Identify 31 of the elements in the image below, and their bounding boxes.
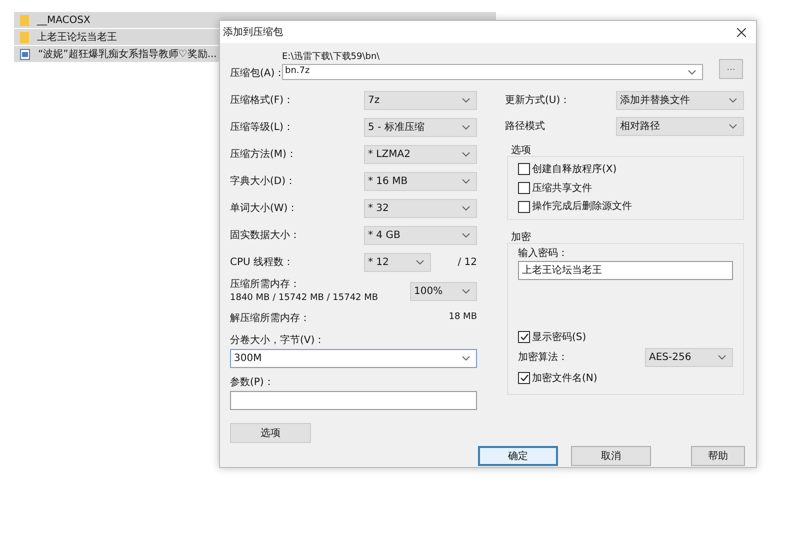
checkbox-label: 加密文件名(N) [532, 372, 598, 386]
field-label: 分卷大小，字节(V)： [230, 334, 326, 348]
field-label: 更新方式(U)： [505, 94, 570, 108]
group-title: 加密 [511, 230, 532, 243]
field-label: 参数(P)： [230, 376, 275, 390]
archive-path: E:\迅雷下载\下载59\bn\ [282, 51, 381, 64]
field-label: 固实数据大小： [230, 228, 300, 243]
checkbox-label: 创建自释放程序(X) [532, 162, 617, 177]
window-title: 添加到压缩包 [223, 26, 283, 40]
field-label: CPU 线程数： [230, 256, 295, 270]
archive-label: 压缩包(A)： [230, 66, 282, 81]
file-name: 上老王论坛当老王 [37, 30, 118, 44]
field-label: 字典大小(D)： [230, 174, 296, 189]
field-label: 压缩方法(M)： [230, 148, 296, 162]
field-label: 单词大小(W)： [230, 202, 298, 216]
field-label: 压缩所需内存： [230, 278, 301, 292]
field-label: 加密算法： [518, 350, 568, 365]
memory-usage: 1840 MB / 15742 MB / 15742 MB [230, 292, 378, 305]
checkbox-label: 压缩共享文件 [532, 182, 592, 196]
checkbox-label: 显示密码(S) [532, 330, 586, 344]
field-label: 输入密码： [518, 246, 569, 261]
field-label: 压缩等级(L)： [230, 120, 294, 135]
field-label: 路径模式 [505, 120, 545, 134]
checkbox-label: 操作完成后删除源文件 [532, 200, 632, 214]
field-label: 压缩格式(F)： [230, 94, 294, 108]
group-title: 选项 [511, 144, 532, 156]
memory-value: 18 MB [448, 311, 477, 324]
file-name: __MACOSX [37, 14, 92, 28]
thread-total: / 12 [458, 256, 477, 270]
file-name: “波妮”超狂爆乳痴女系指导教师♡奖励... [38, 48, 218, 62]
field-label: 解压缩所需内存： [230, 312, 310, 326]
